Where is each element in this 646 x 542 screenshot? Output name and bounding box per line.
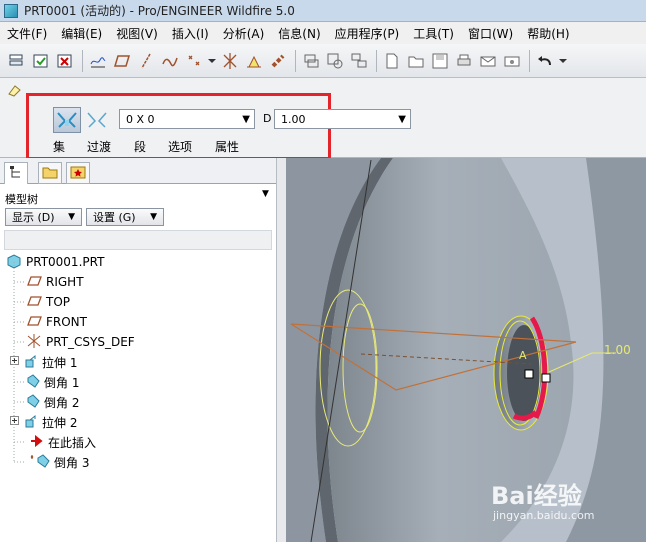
toolbar [0,44,646,78]
menu-edit[interactable]: 编辑(E) [54,25,109,42]
watermark: Bai经验 jingyan.baidu.com [491,476,641,526]
tree-item-label: PRT_CSYS_DEF [46,335,135,349]
chamfer-transition-mode-button[interactable] [85,107,109,133]
distance-value: 1.00 [281,112,306,126]
menu-insert[interactable]: 插入(I) [165,25,216,42]
tree-connector-lines [13,262,24,463]
distance-input[interactable]: 1.00 ▼ [274,109,411,129]
settings-button-label: 设置 (G) [93,211,136,224]
print-icon[interactable] [453,50,475,72]
datum-curve-icon[interactable] [159,50,181,72]
menu-view[interactable]: 视图(V) [109,25,165,42]
tree-item-label: TOP [46,295,71,309]
send-mail-icon[interactable] [477,50,499,72]
tree-item-label: RIGHT [46,275,84,289]
view-manager-icon[interactable] [300,50,322,72]
settings-button[interactable]: 设置 (G) ▼ [86,208,164,226]
folder-icon [42,165,58,182]
watermark-url: jingyan.baidu.com [493,509,595,522]
tab-properties[interactable]: 属性 [215,138,239,155]
tree-item-label: 拉伸 1 [42,355,78,370]
chamfer-scheme-value: 0 X 0 [126,112,155,126]
datum-plane-icon[interactable] [111,50,133,72]
tab-favorites[interactable] [66,162,90,184]
close-window-icon[interactable] [54,50,76,72]
menu-bar: 文件(F) 编辑(E) 视图(V) 插入(I) 分析(A) 信息(N) 应用程序… [0,22,646,44]
coordinate-system-icon[interactable] [219,50,241,72]
toolbar-separator [529,49,530,72]
tab-transitions[interactable]: 过渡 [87,138,111,155]
tree-item-label: 倒角 2 [44,395,80,410]
sketch-curve-icon[interactable] [87,50,109,72]
chevron-down-icon: ▼ [150,212,157,222]
toolbar-separator [295,49,296,72]
send-link-icon[interactable] [501,50,523,72]
menu-file[interactable]: 文件(F) [0,25,54,42]
undo-dropdown-arrow-icon[interactable] [558,50,568,72]
tree-search-filter[interactable] [4,230,272,250]
show-button[interactable]: 显示 (D) ▼ [5,208,82,226]
tree-item-csys[interactable]: PRT_CSYS_DEF [26,332,135,352]
tab-options[interactable]: 选项 [168,138,192,155]
layers-icon[interactable] [6,50,28,72]
menu-tools[interactable]: 工具(T) [406,25,461,42]
model-tree-panel: 模型树 ▼ 显示 (D) ▼ 设置 (G) ▼ PRT0001.PRT RIGH… [0,184,276,542]
tab-sets[interactable]: 集 [53,138,65,155]
menu-help[interactable]: 帮助(H) [520,25,576,42]
tree-item-label: 拉伸 2 [42,415,78,430]
chevron-down-icon: ▼ [68,212,75,222]
chamfer-dimension-value[interactable]: 1.00 [604,343,631,357]
favorites-icon [70,165,86,182]
dropdown-arrow-icon[interactable] [207,50,217,72]
chain-link-icon[interactable] [267,50,289,72]
panel-menu-arrow-icon[interactable]: ▼ [262,189,269,199]
title-bar: PRT0001 (活动的) - Pro/ENGINEER Wildfire 5.… [0,0,646,22]
tab-segments[interactable]: 段 [134,138,146,155]
window-title: PRT0001 (活动的) - Pro/ENGINEER Wildfire 5.… [24,4,295,18]
app-icon [4,3,18,18]
tree-item-label: FRONT [46,315,87,329]
tab-folder-browser[interactable] [38,162,62,184]
chamfer-set-mode-button[interactable] [53,107,81,133]
annotation-icon[interactable] [324,50,346,72]
toolbar-separator [82,49,83,72]
chamfer-scheme-select[interactable]: 0 X 0 ▼ [119,109,255,129]
open-folder-icon[interactable] [405,50,427,72]
menu-info[interactable]: 信息(N) [271,25,327,42]
tree-item-label: 在此插入 [48,435,97,450]
undo-icon[interactable] [534,50,556,72]
analysis-feature-icon[interactable] [243,50,265,72]
save-icon[interactable] [429,50,451,72]
tree-item-label: 倒角 1 [44,375,80,390]
regenerate-icon[interactable] [30,50,52,72]
datum-axis-icon[interactable] [135,50,157,72]
graphics-viewport[interactable]: A 1.00 Bai经验 jingyan.baidu.com [286,158,646,542]
tab-model-tree[interactable] [4,162,28,184]
menu-analysis[interactable]: 分析(A) [216,25,272,42]
distance-label: D [263,112,272,125]
model-display-icon[interactable] [348,50,370,72]
show-button-label: 显示 (D) [12,211,55,224]
datum-point-icon[interactable] [183,50,205,72]
new-file-icon[interactable] [381,50,403,72]
model-tree-title: 模型树 [5,193,38,206]
dashboard-collapse-icon[interactable] [6,82,22,101]
model-tree-icon [9,165,23,182]
tree-item-label: 倒角 3 [54,455,90,470]
watermark-brand: Bai经验 [491,482,582,510]
dimension-label-a: A [519,349,527,362]
chevron-down-icon: ▼ [242,113,250,125]
menu-applications[interactable]: 应用程序(P) [328,25,407,42]
menu-window[interactable]: 窗口(W) [461,25,520,42]
panel-splitter[interactable] [276,158,286,542]
chevron-down-icon: ▼ [398,113,406,125]
toolbar-separator [376,49,377,72]
